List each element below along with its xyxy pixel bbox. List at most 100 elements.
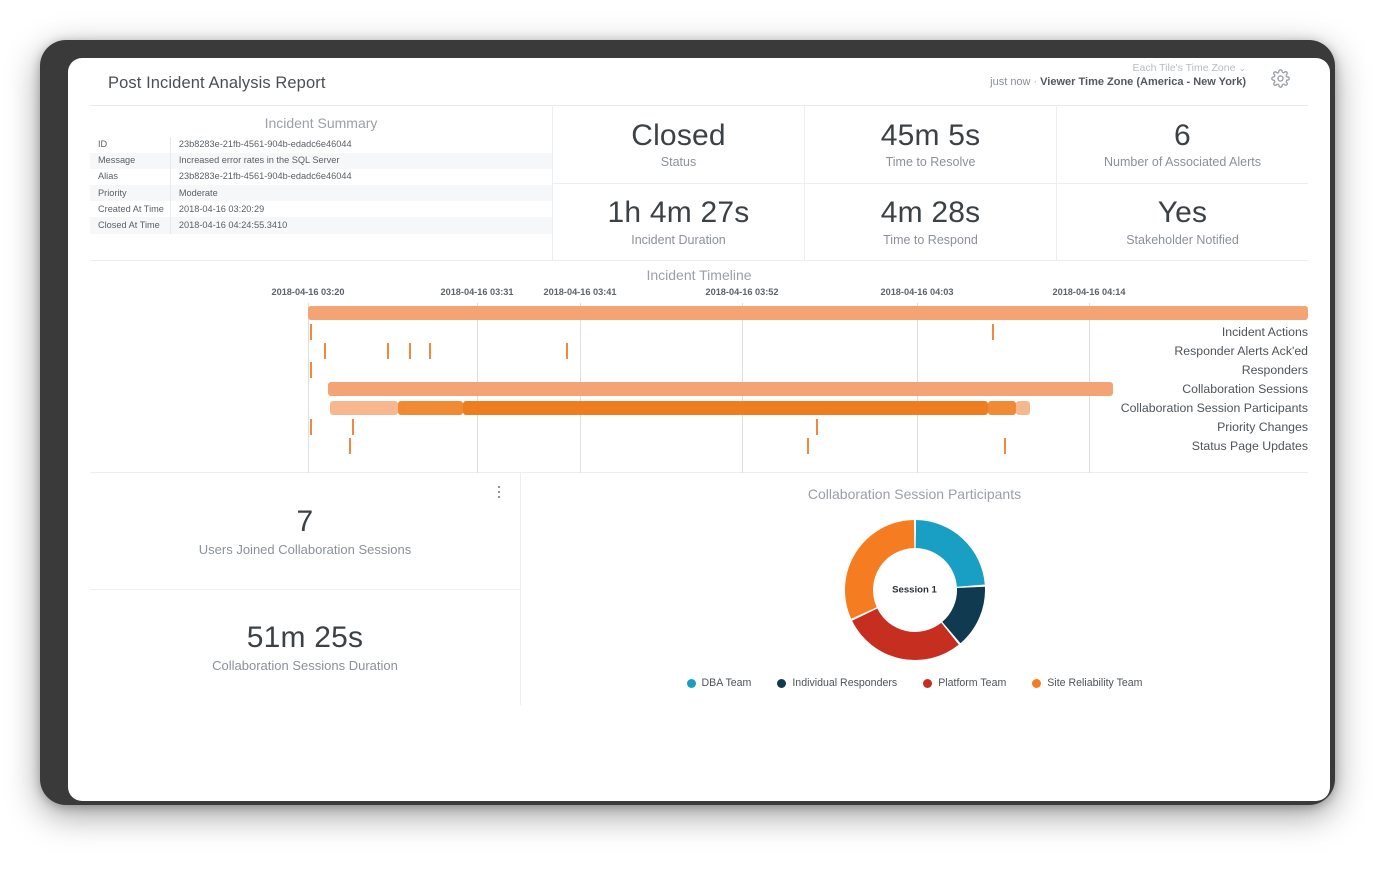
kpi-tile-status: Closed Status — [553, 106, 805, 183]
legend-label: DBA Team — [701, 677, 752, 689]
summary-value: 2018-04-16 04:24:55.3410 — [169, 217, 552, 234]
kpi-value: 6 — [1174, 118, 1191, 152]
legend-label: Individual Responders — [792, 677, 898, 689]
summary-value: 2018-04-16 03:20:29 — [169, 201, 552, 218]
timeline-bar[interactable] — [328, 381, 1113, 396]
timeline-event-tick[interactable] — [1004, 437, 1006, 454]
timeline-gridline — [308, 303, 309, 473]
report-page: Post Incident Analysis Report Each Tile'… — [68, 58, 1330, 801]
donut-slice[interactable] — [915, 520, 985, 587]
legend-item[interactable]: DBA Team — [686, 677, 752, 689]
kpi-tile-time-to-respond: 4m 28s Time to Respond — [805, 183, 1057, 260]
kpi-label: Incident Duration — [631, 232, 726, 247]
legend-color-dot — [1032, 678, 1042, 688]
separator: · — [1033, 76, 1038, 88]
summary-key: ID — [98, 139, 108, 150]
summary-and-kpis: Incident Summary ID 23b8283e-21fb-4561-9… — [90, 106, 1308, 261]
timeline-event-tick[interactable] — [352, 418, 354, 435]
timeline-event-tick[interactable] — [387, 342, 389, 359]
kpi-label: Time to Resolve — [885, 155, 976, 169]
summary-key: Closed At Time — [98, 219, 160, 230]
viewer-timezone-row: just now · Viewer Time Zone (America - New… — [990, 76, 1246, 88]
kpi-value: Yes — [1157, 196, 1208, 229]
last-updated-label: just now — [990, 76, 1031, 88]
timeline-event-tick[interactable] — [807, 437, 809, 454]
timeline-event-tick[interactable] — [310, 361, 312, 378]
kpi-row-bottom: 1h 4m 27s Incident Duration 4m 28s Time … — [553, 183, 1308, 261]
timeline-bar[interactable] — [1016, 400, 1030, 415]
summary-key: Created At Time — [98, 203, 164, 214]
timeline-event-tick[interactable] — [429, 342, 431, 359]
legend-label: Platform Team — [938, 677, 1007, 689]
kpi-label: Number of Associated Alerts — [1103, 155, 1262, 169]
kpi-value: 1h 4m 27s — [607, 196, 750, 229]
timeline-event-tick[interactable] — [349, 437, 351, 454]
timeline-event-tick[interactable] — [566, 342, 568, 359]
legend-item[interactable]: Individual Responders — [777, 677, 897, 689]
kpi-value: 4m 28s — [880, 196, 981, 229]
kpi-tile-time-to-resolve: 45m 5s Time to Resolve — [805, 106, 1057, 183]
tile-label: Users Joined Collaboration Sessions — [198, 541, 412, 557]
legend-item[interactable]: Platform Team — [923, 677, 1006, 689]
legend-color-dot — [777, 678, 787, 688]
page-title: Post Incident Analysis Report — [108, 74, 326, 92]
table-row: Priority Moderate — [90, 185, 552, 202]
table-row: ID 23b8283e-21fb-4561-904b-edadc6e46044 — [90, 137, 552, 154]
timeline-bar[interactable] — [308, 305, 1308, 320]
timeline-axis-tick-label: 2018-04-16 03:31 — [440, 287, 514, 297]
viewer-timezone-label: Viewer Time Zone (America - New York) — [1040, 76, 1246, 88]
participants-donut-tile: Collaboration Session Participants Sessi… — [521, 473, 1308, 705]
timeline-plot-area[interactable] — [308, 303, 1308, 473]
kpi-tile-associated-alerts: 6 Number of Associated Alerts — [1057, 106, 1308, 183]
chevron-down-icon: ⌄ — [1238, 63, 1246, 73]
legend-label: Site Reliability Team — [1047, 677, 1143, 689]
legend-color-dot — [923, 678, 933, 688]
donut-slice[interactable] — [851, 608, 959, 660]
summary-value: Increased error rates in the SQL Server — [169, 153, 552, 170]
table-row: Closed At Time 2018-04-16 04:24:55.3410 — [90, 217, 552, 234]
each-tile-timezone-label: Each Tile's Time Zone — [1132, 62, 1236, 74]
tile-users-joined: 7 Users Joined Collaboration Sessions — [90, 473, 520, 590]
timeline-event-tick[interactable] — [992, 323, 994, 340]
tile-value: 7 — [296, 504, 314, 538]
incident-timeline-tile: Incident Timeline 2018-04-16 03:20 2018-0… — [90, 261, 1308, 473]
summary-value: 23b8283e-21fb-4561-904b-edadc6e46044 — [169, 169, 552, 186]
incident-timeline-chart: 2018-04-16 03:20 2018-04-16 03:31 2018-04-… — [90, 287, 1308, 473]
timeline-event-tick[interactable] — [409, 342, 411, 359]
summary-key: Priority — [98, 187, 127, 198]
timeline-bar[interactable] — [988, 400, 1016, 415]
timeline-axis-tick-label: 2018-04-16 03:20 — [271, 287, 345, 297]
incident-summary-tile: Incident Summary ID 23b8283e-21fb-4561-9… — [90, 106, 553, 260]
timeline-event-tick[interactable] — [816, 418, 818, 435]
gear-icon[interactable] — [1271, 69, 1290, 88]
kpi-tile-stakeholder-notified: Yes Stakeholder Notified — [1057, 184, 1308, 261]
timeline-bar[interactable] — [398, 400, 463, 415]
timeline-event-tick[interactable] — [324, 342, 326, 359]
summary-key: Alias — [98, 171, 118, 182]
table-row: Message Increased error rates in the SQL… — [90, 153, 552, 170]
legend-item[interactable]: Site Reliability Team — [1032, 677, 1143, 689]
kpi-tile-incident-duration: 1h 4m 27s Incident Duration — [553, 183, 805, 260]
timeline-event-tick[interactable] — [310, 323, 312, 340]
timeline-bar[interactable] — [463, 400, 988, 415]
kpi-value: Closed — [631, 118, 726, 152]
donut-slice[interactable] — [844, 520, 914, 619]
incident-summary-title: Incident Summary — [264, 115, 378, 131]
timeline-axis-tick-label: 2018-04-16 04:14 — [1052, 287, 1126, 297]
timeline-event-tick[interactable] — [310, 418, 312, 435]
summary-value: 23b8283e-21fb-4561-904b-edadc6e46044 — [169, 137, 552, 154]
kpi-label: Time to Respond — [883, 232, 978, 247]
each-tile-timezone-selector[interactable]: Each Tile's Time Zone ⌄ — [1132, 62, 1246, 74]
tile-label: Collaboration Sessions Duration — [212, 658, 398, 674]
kpi-value: 45m 5s — [880, 118, 981, 152]
tile-sessions-duration: 51m 25s Collaboration Sessions Duration — [90, 590, 520, 706]
timeline-bar[interactable] — [330, 400, 398, 415]
summary-key: Message — [98, 155, 136, 166]
kpi-label: Status — [660, 155, 697, 169]
kebab-menu-icon[interactable] — [492, 483, 506, 501]
report-header: Post Incident Analysis Report Each Tile'… — [90, 58, 1308, 106]
kpi-grid: Closed Status 45m 5s Time to Resolve 6 N… — [553, 106, 1308, 260]
timeline-axis-tick-label: 2018-04-16 03:41 — [543, 287, 617, 297]
timeline-axis-tick-label: 2018-04-16 03:52 — [705, 287, 779, 297]
tile-value: 51m 25s — [246, 621, 364, 655]
